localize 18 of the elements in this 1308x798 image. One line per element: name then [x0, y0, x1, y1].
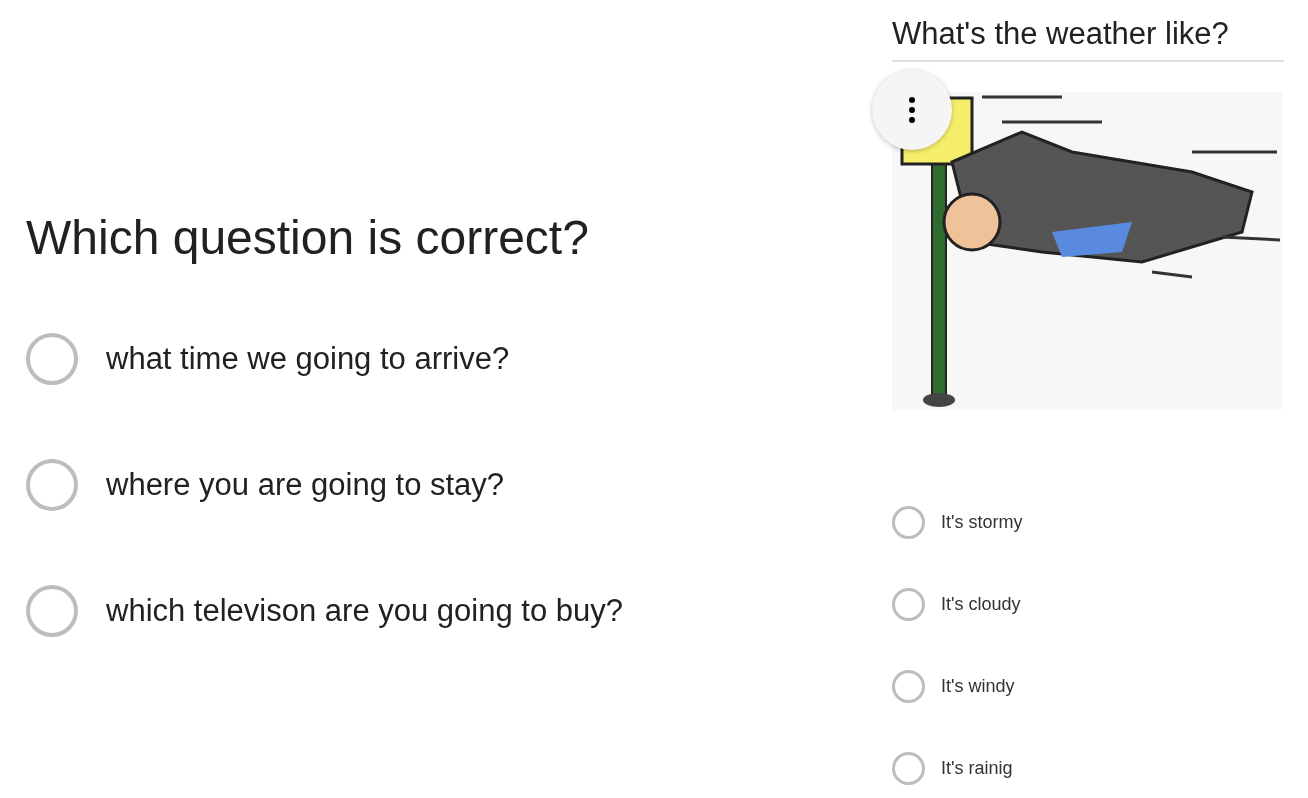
radio-button[interactable]	[892, 752, 925, 785]
radio-button[interactable]	[892, 670, 925, 703]
option-label: what time we going to arrive?	[106, 341, 510, 377]
option-label: which televison are you going to buy?	[106, 593, 623, 629]
radio-button[interactable]	[26, 459, 78, 511]
option-label: It's cloudy	[941, 594, 1021, 615]
radio-button[interactable]	[892, 506, 925, 539]
question-title: What's the weather like?	[892, 14, 1284, 62]
option-label: It's windy	[941, 676, 1015, 697]
radio-button[interactable]	[892, 588, 925, 621]
radio-button[interactable]	[26, 585, 78, 637]
option-label: where you are going to stay?	[106, 467, 505, 503]
option-label: It's stormy	[941, 512, 1023, 533]
more-vertical-icon	[909, 97, 915, 123]
radio-button[interactable]	[26, 333, 78, 385]
option-label: It's rainig	[941, 758, 1013, 779]
question-title: Which question is correct?	[26, 210, 590, 266]
more-options-button[interactable]	[872, 70, 952, 150]
